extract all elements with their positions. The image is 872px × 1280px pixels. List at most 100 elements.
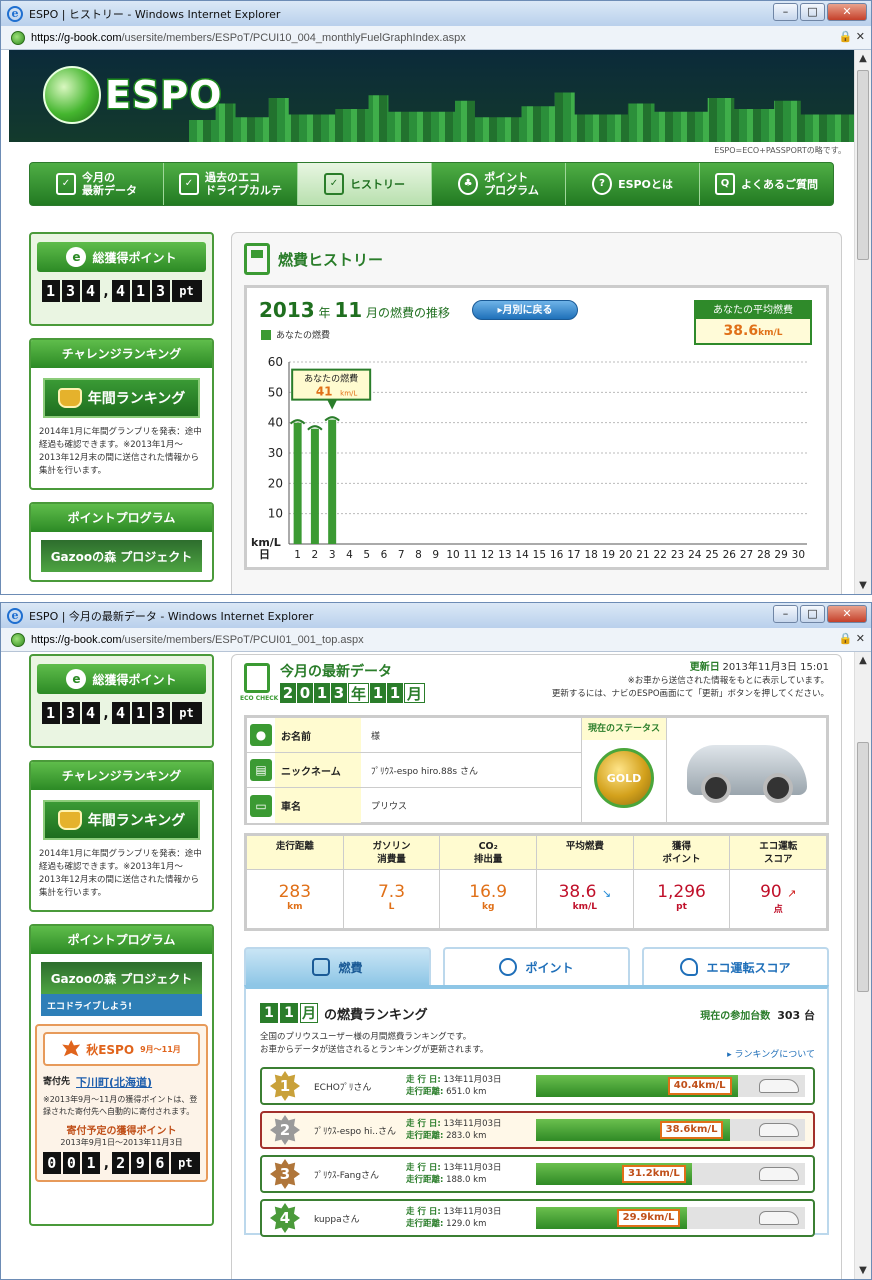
year-month-label: 2013年11月 xyxy=(280,683,426,703)
nav-faq[interactable]: Q よくあるご質問 xyxy=(700,163,833,205)
profile-box: ● お名前様 ▤ ニックネーム ﾌﾟﾘｳｽ-espo hiro.88s さん ▭ 車名プ… xyxy=(244,715,829,825)
total-points-title: e 総獲得ポイント xyxy=(37,242,206,272)
ranking-user-name: kuppaさん xyxy=(314,1214,360,1225)
x-tick-label: 2 xyxy=(312,549,319,561)
scroll-down-icon[interactable]: ▼ xyxy=(855,1262,871,1279)
about-ranking-link[interactable]: ▸ ランキングについて xyxy=(727,1047,815,1060)
eco-action-icon: ♣ xyxy=(458,173,479,195)
rank-medal-icon: 4 xyxy=(270,1203,300,1233)
y-tick-label: 30 xyxy=(268,446,283,460)
planned-points-title: 寄付予定の獲得ポイント xyxy=(66,1126,177,1137)
minimize-button[interactable]: – xyxy=(773,3,798,21)
window-title: ESPO | 今月の最新データ - Windows Internet Explo… xyxy=(29,609,314,623)
tab-point[interactable]: ポイント xyxy=(443,947,630,985)
points-counter: 1 3 4, 4 1 3 pt xyxy=(37,702,206,724)
nav-past-karte[interactable]: ✓ 過去のエコ ドライブカルテ xyxy=(164,163,298,205)
x-tick-label: 8 xyxy=(415,549,422,561)
tab-fuel[interactable]: 燃費 xyxy=(244,947,431,985)
nav-point-program[interactable]: ♣ ポイント プログラム xyxy=(432,163,566,205)
x-tick-label: 4 xyxy=(346,549,353,561)
x-tick-label: 10 xyxy=(446,549,459,561)
scroll-thumb[interactable] xyxy=(857,742,869,992)
browser-window-history: e ESPO | ヒストリー - Windows Internet Explor… xyxy=(0,0,872,595)
nav-history[interactable]: ✓ ヒストリー xyxy=(298,163,432,205)
url-text[interactable]: https://g-book.com/usersite/members/ESPo… xyxy=(31,634,364,646)
close-button[interactable]: ✕ xyxy=(827,3,867,21)
update-info: 更新日 2013年11月3日 15:01 ※お車から送信された情報をもとに表示し… xyxy=(551,662,829,699)
ranking-tabs: 燃費 ポイント エコ運転スコア xyxy=(244,947,829,985)
annual-ranking-banner[interactable]: 年間ランキング xyxy=(43,378,200,418)
gazoo-banner[interactable]: Gazooの森 プロジェクト xyxy=(41,962,202,994)
stat-distance: 走行距離 283 km xyxy=(247,836,344,928)
ranking-list: 1 ECHOﾌﾟﾘさん 走 行 日: 13年11月03日 走行距離: 651.0 km… xyxy=(260,1067,815,1243)
back-to-monthly-button[interactable]: ▸月別に戻る xyxy=(472,300,578,320)
ranking-meta: 走 行 日: 13年11月03日 走行距離: 651.0 km xyxy=(406,1075,502,1097)
eco-check-icon: ✓ xyxy=(56,173,76,195)
rank-medal-icon: 1 xyxy=(270,1071,300,1101)
planned-points-period: 2013年9月1日〜2013年11月3日 xyxy=(60,1138,183,1147)
nav-about-espo[interactable]: ? ESPOとは xyxy=(566,163,700,205)
maple-leaf-icon xyxy=(62,1040,81,1057)
challenge-ranking-box: チャレンジランキング 年間ランキング 2014年1月に年間グランプリを発表：途中… xyxy=(29,760,214,912)
gazoo-banner[interactable]: Gazooの森 プロジェクト xyxy=(41,540,202,572)
x-tick-label: 27 xyxy=(740,549,753,561)
ranking-meta: 走 行 日: 13年11月03日 走行距離: 188.0 km xyxy=(406,1163,502,1185)
url-text[interactable]: https://g-book.com/usersite/members/ESPo… xyxy=(31,32,466,44)
sidebar: e 総獲得ポイント 1 3 4, 4 1 3 pt チャレンジランキング 年間ランキング 20… xyxy=(29,654,214,1226)
ranking-value: 38.6km/L xyxy=(659,1121,724,1139)
scroll-up-icon[interactable]: ▲ xyxy=(855,50,871,67)
ranking-meta: 走 行 日: 13年11月03日 走行距離: 283.0 km xyxy=(406,1119,502,1141)
window-controls: – □ ✕ xyxy=(773,605,867,623)
ranking-bar-track: 31.2km/L xyxy=(536,1163,805,1185)
x-tick-label: 13 xyxy=(498,549,511,561)
x-tick-label: 28 xyxy=(757,549,770,561)
rank-medal-icon: 3 xyxy=(270,1159,300,1189)
stat-gasoline: ガソリン 消費量 7.3 L xyxy=(343,836,441,928)
fuel-icon xyxy=(312,958,331,976)
page-latest: e 総獲得ポイント 1 3 4, 4 1 3 pt チャレンジランキング 年間ランキング 20… xyxy=(9,652,854,1279)
gazoo-subbanner[interactable]: エコドライブしよう! xyxy=(41,994,202,1016)
donation-target-link[interactable]: 下川町(北海道) xyxy=(76,1074,152,1090)
maximize-button[interactable]: □ xyxy=(800,3,825,21)
address-bar[interactable]: https://g-book.com/usersite/members/ESPo… xyxy=(1,628,871,652)
sidebar: e 総獲得ポイント 1 3 4, 4 1 3 pt チャレンジランキング 年間ランキング 20… xyxy=(29,232,214,582)
close-button[interactable]: ✕ xyxy=(827,605,867,623)
x-tick-label: 11 xyxy=(464,549,477,561)
espo-logo[interactable]: ESPO xyxy=(43,66,223,124)
ranking-row: 2 ﾌﾟﾘｳｽ-espo hi..さん走 行 日: 13年11月03日 走行距離: … xyxy=(260,1111,815,1149)
y-tick-label: 20 xyxy=(268,476,283,490)
x-tick-label: 30 xyxy=(792,549,805,561)
address-bar[interactable]: https://g-book.com/usersite/members/ESPo… xyxy=(1,26,871,50)
maximize-button[interactable]: □ xyxy=(800,605,825,623)
gold-status-badge: GOLD xyxy=(594,748,654,808)
window-controls: – □ ✕ xyxy=(773,3,867,21)
tab-eco-score[interactable]: エコ運転スコア xyxy=(642,947,829,985)
title-bar: e ESPO | 今月の最新データ - Windows Internet Exp… xyxy=(1,603,871,628)
scroll-thumb[interactable] xyxy=(857,70,869,260)
x-tick-label: 22 xyxy=(654,549,667,561)
faq-icon: Q xyxy=(715,173,735,195)
fuel-chart-box: 2013 年 11 月の燃費の推移 ▸月別に戻る あなたの平均燃費 38.6km… xyxy=(244,285,829,570)
x-tick-label: 29 xyxy=(774,549,787,561)
x-tick-label: 15 xyxy=(533,549,546,561)
nav-latest-data[interactable]: ✓ 今月の 最新データ xyxy=(30,163,164,205)
scroll-down-icon[interactable]: ▼ xyxy=(855,577,871,594)
x-tick-label: 12 xyxy=(481,549,494,561)
vertical-scrollbar[interactable]: ▲ ▼ xyxy=(854,50,871,594)
leaf-icon xyxy=(680,958,699,976)
page-history: ESPO ESPO=ECO+PASSPORTの略です。 ✓ 今月の 最新データ ✓… xyxy=(9,50,854,594)
vertical-scrollbar[interactable]: ▲ ▼ xyxy=(854,652,871,1279)
ranking-bar-track: 40.4km/L xyxy=(536,1075,805,1097)
minimize-button[interactable]: – xyxy=(773,605,798,623)
fuel-bar-chart: 102030405060km/L日 1 2 3 4 5 6 7 8 9 10 11 12 13 14 15 16… xyxy=(251,355,807,561)
x-tick-label: 21 xyxy=(636,549,649,561)
ranking-meta: 走 行 日: 13年11月03日 走行距離: 129.0 km xyxy=(406,1207,502,1229)
ranking-value: 40.4km/L xyxy=(667,1077,732,1095)
challenge-ranking-box: チャレンジランキング 年間ランキング 2014年1月に年間グランプリを発表：途中… xyxy=(29,338,214,490)
point-program-box: ポイントプログラム Gazooの森 プロジェクト エコドライブしよう! 秋ESP… xyxy=(29,924,214,1226)
scroll-up-icon[interactable]: ▲ xyxy=(855,652,871,669)
prius-car-icon xyxy=(686,745,807,803)
stat-co2: CO₂ 排出量 16.9 kg xyxy=(440,836,538,928)
annual-ranking-banner[interactable]: 年間ランキング xyxy=(43,800,200,840)
car-icon: ▭ xyxy=(250,794,272,817)
